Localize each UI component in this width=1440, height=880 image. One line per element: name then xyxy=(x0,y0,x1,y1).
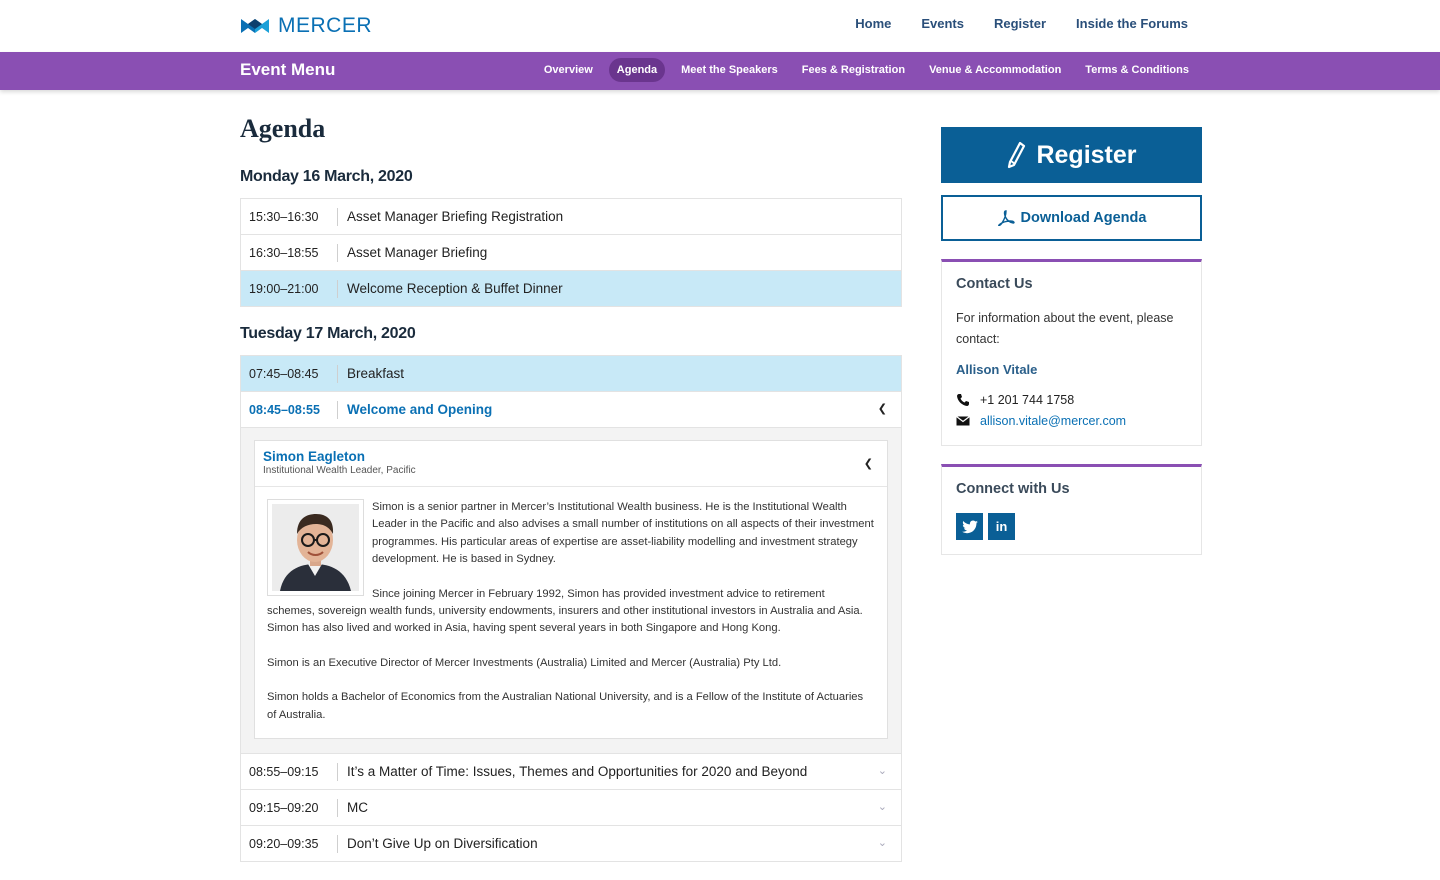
session-title: Don’t Give Up on Diversification xyxy=(347,836,538,852)
nav-events[interactable]: Events xyxy=(921,16,964,31)
chevron-down-icon[interactable]: ⌄ xyxy=(878,800,887,813)
agenda-row[interactable]: 15:30–16:30 Asset Manager Briefing Regis… xyxy=(240,199,902,235)
nav-inside-the-forums[interactable]: Inside the Forums xyxy=(1076,16,1188,31)
connect-card: Connect with Us in xyxy=(941,464,1202,555)
session-title: Asset Manager Briefing xyxy=(347,245,488,260)
session-time: 15:30–16:30 xyxy=(249,209,319,224)
nav-register[interactable]: Register xyxy=(994,16,1046,31)
bio-paragraph: Simon is an Executive Director of Mercer… xyxy=(267,656,782,669)
session-time: 08:55–09:15 xyxy=(249,764,319,779)
top-navigation: Home Events Register Inside the Forums xyxy=(855,16,1188,31)
agenda-row[interactable]: 09:20–09:35 Don’t Give Up on Diversifica… xyxy=(240,826,902,863)
contact-email: allison.vitale@mercer.com xyxy=(956,410,1187,431)
tab-overview[interactable]: Overview xyxy=(536,58,601,82)
day-heading: Tuesday 17 March, 2020 xyxy=(240,325,416,342)
tab-agenda[interactable]: Agenda xyxy=(608,58,666,82)
site-header: MERCER Home Events Register Inside the F… xyxy=(0,0,1440,52)
event-navigation: Overview Agenda Meet the Speakers Fees &… xyxy=(536,58,1197,82)
tab-meet-the-speakers[interactable]: Meet the Speakers xyxy=(673,58,786,82)
speaker-bio: Simon is a senior partner in Mercer’s In… xyxy=(255,487,887,738)
contact-phone: +1 201 744 1758 xyxy=(956,389,1187,410)
contact-card: Contact Us For information about the eve… xyxy=(941,259,1202,446)
speaker-photo xyxy=(267,499,364,596)
download-label: Download Agenda xyxy=(1020,210,1147,226)
agenda-row[interactable]: 08:55–09:15 It’s a Matter of Time: Issue… xyxy=(240,754,902,791)
speaker-name: Simon Eagleton xyxy=(263,449,366,464)
pdf-icon xyxy=(997,210,1015,226)
nav-home[interactable]: Home xyxy=(855,16,891,31)
tab-terms-conditions[interactable]: Terms & Conditions xyxy=(1077,58,1197,82)
agenda-row[interactable]: 16:30–18:55 Asset Manager Briefing xyxy=(240,235,902,271)
session-title: It’s a Matter of Time: Issues, Themes an… xyxy=(347,764,808,780)
tab-fees-registration[interactable]: Fees & Registration xyxy=(794,58,913,82)
linkedin-icon: in xyxy=(995,519,1008,534)
speaker-role: Institutional Wealth Leader, Pacific xyxy=(263,465,416,476)
sidebar: Register Download Agenda Contact Us For … xyxy=(941,127,1202,555)
twitter-icon xyxy=(961,520,978,533)
agenda-content: Agenda Monday 16 March, 2020 15:30–16:30… xyxy=(240,110,902,863)
social-links: in xyxy=(956,513,1187,540)
speaker-header[interactable]: Simon Eagleton Institutional Wealth Lead… xyxy=(255,441,887,487)
person-portrait-icon xyxy=(272,504,359,591)
phone-icon xyxy=(957,393,969,406)
session-time: 16:30–18:55 xyxy=(249,245,319,260)
session-title: Welcome Reception & Buffet Dinner xyxy=(347,281,563,296)
phone-number: +1 201 744 1758 xyxy=(980,392,1075,407)
pencil-icon xyxy=(1008,141,1026,169)
chevron-down-icon[interactable]: ⌄ xyxy=(878,836,887,849)
email-link[interactable]: allison.vitale@mercer.com xyxy=(980,414,1126,428)
register-button[interactable]: Register xyxy=(941,127,1202,183)
chevron-left-icon[interactable]: ❮ xyxy=(878,402,887,415)
session-time: 09:20–09:35 xyxy=(249,836,319,851)
day-heading: Monday 16 March, 2020 xyxy=(240,168,413,185)
speaker-card: Simon Eagleton Institutional Wealth Lead… xyxy=(254,440,888,740)
chevron-left-icon[interactable]: ❮ xyxy=(864,457,873,470)
mercer-logo[interactable]: MERCER xyxy=(240,14,372,38)
agenda-list-day-1: 15:30–16:30 Asset Manager Briefing Regis… xyxy=(240,198,902,307)
agenda-row[interactable]: 07:45–08:45 Breakfast xyxy=(240,356,902,392)
tab-venue-accommodation[interactable]: Venue & Accommodation xyxy=(921,58,1069,82)
contact-text: For information about the event, please … xyxy=(956,311,1174,346)
agenda-row[interactable]: 09:15–09:20 MC ⌄ xyxy=(240,790,902,827)
page-title: Agenda xyxy=(240,114,326,143)
session-time: 09:15–09:20 xyxy=(249,800,319,815)
mail-icon xyxy=(956,415,970,425)
contact-name: Allison Vitale xyxy=(956,362,1038,377)
event-menu-bar: Event Menu Overview Agenda Meet the Spea… xyxy=(0,52,1440,90)
agenda-list-day-2: 07:45–08:45 Breakfast 08:45–08:55 Welcom… xyxy=(240,355,902,863)
event-menu-title: Event Menu xyxy=(240,60,336,79)
agenda-row[interactable]: 19:00–21:00 Welcome Reception & Buffet D… xyxy=(240,271,902,307)
contact-title: Contact Us xyxy=(956,276,1033,292)
bio-paragraph: Simon holds a Bachelor of Economics from… xyxy=(267,691,864,721)
download-agenda-button[interactable]: Download Agenda xyxy=(941,195,1202,241)
agenda-row-expanded[interactable]: 08:45–08:55 Welcome and Opening ❮ xyxy=(240,392,902,428)
session-title: MC xyxy=(347,800,368,816)
session-time: 19:00–21:00 xyxy=(249,281,319,296)
register-label: Register xyxy=(1036,140,1137,169)
chevron-down-icon[interactable]: ⌄ xyxy=(878,764,887,777)
session-title: Welcome and Opening xyxy=(347,402,493,417)
brand-name: MERCER xyxy=(278,14,373,37)
session-time: 07:45–08:45 xyxy=(249,366,319,381)
portrait-image xyxy=(272,504,359,591)
twitter-button[interactable] xyxy=(956,513,983,540)
mercer-logo-icon xyxy=(241,19,269,33)
connect-title: Connect with Us xyxy=(956,481,1070,497)
session-details: Simon Eagleton Institutional Wealth Lead… xyxy=(240,428,902,755)
linkedin-button[interactable]: in xyxy=(988,513,1015,540)
session-title: Asset Manager Briefing Registration xyxy=(347,209,564,224)
session-title: Breakfast xyxy=(347,366,405,381)
session-time: 08:45–08:55 xyxy=(249,402,320,417)
